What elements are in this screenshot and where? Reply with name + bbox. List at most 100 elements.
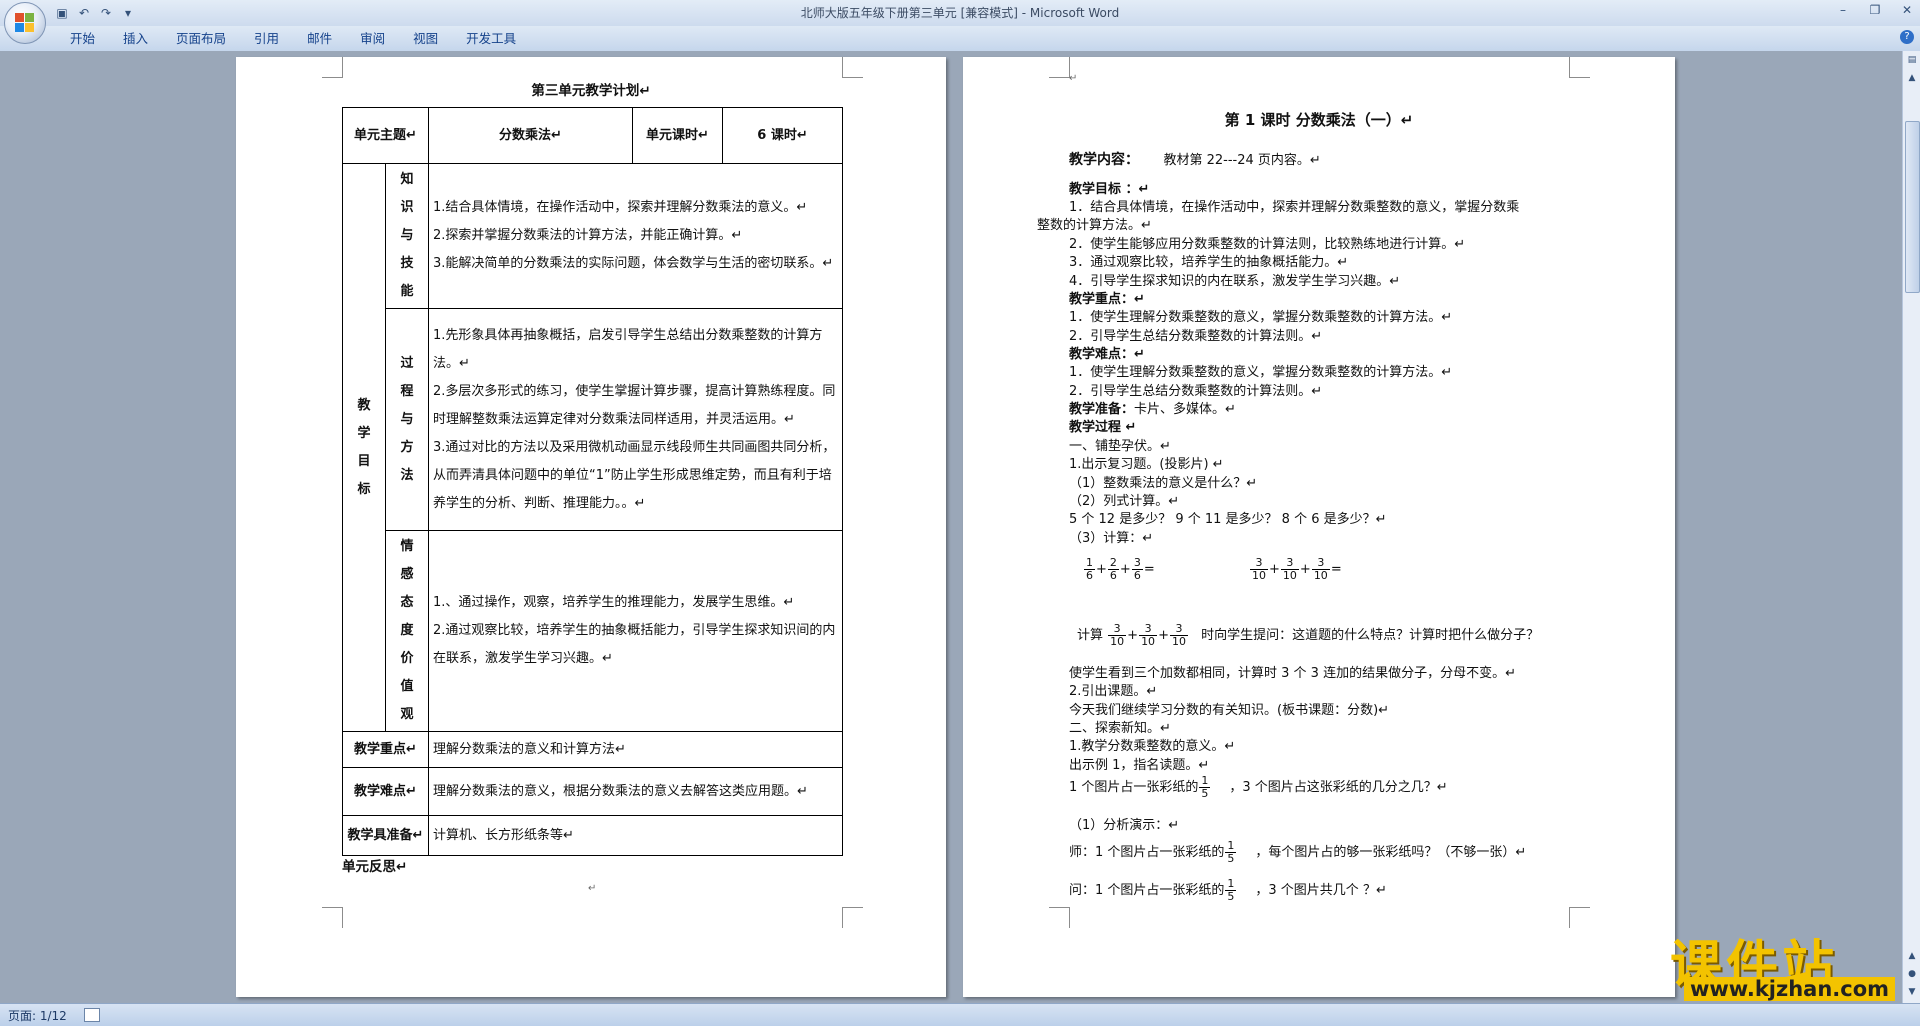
teacher-text-a: 师：1 个图片占一张彩纸的 [1069,845,1225,860]
difficulty-value: 理解分数乘法的意义，根据分数乘法的意义去解答这类应用题。↵ [428,767,843,816]
label-char: 法 [400,467,414,483]
crop-mark [1569,57,1590,78]
denominator: 5 [1227,890,1235,903]
denominator: 10 [1141,635,1156,648]
prep-label: 教学准备： [1069,402,1135,417]
teacher-text-b: ，每个图片占的够一张彩纸吗？（不够一张）↵ [1255,845,1527,860]
difficulty-2: 2．引导学生总结分数乘整数的计算法则。↵ [1069,384,1323,399]
table-row: 过 程 与 方 法 1.先形象具体再抽象概括，启发引导学生总结出分数乘整数的计算… [343,308,843,531]
next-page-icon[interactable]: ▼ [1906,987,1918,999]
table-row: 单元主题↵ 分数乘法↵ 单元课时↵ 6 课时↵ [342,107,843,164]
denominator: 10 [1110,635,1125,648]
intro-topic-text: 今天我们继续学习分数的有关知识。(板书课题：分数)↵ [1069,703,1390,718]
denominator: 6 [1109,569,1117,582]
example-text-a: 1 个图片占一张彩纸的 [1069,780,1199,795]
denominator: 10 [1171,635,1186,648]
unit-hours-label: 单元课时↵ [632,107,723,164]
difficulty-label: 教学难点↵ [342,767,429,816]
unit-theme-label: 单元主题↵ [342,107,429,164]
example-line: 1 个图片占一张彩纸的 1 5 ，3 个图片占这张彩纸的几分之几？↵ [1069,775,1448,809]
page-2[interactable]: ↵ 第 1 课时 分数乘法（一）↵ 教学内容： 教材第 22---24 页内容。… [963,57,1675,997]
objectives-label: 教学目标 ：↵ [1069,182,1150,197]
ribbon-tab-bar: 开始 插入 页面布局 引用 邮件 审阅 视图 开发工具 ? [0,26,1920,52]
objective-3: 3．通过观察比较，培养学生的抽象概括能力。↵ [1069,255,1349,270]
ribbon-tab[interactable]: 开发工具 [454,30,528,48]
ribbon-tab[interactable]: 页面布局 [164,30,238,48]
label-char: 观 [400,707,414,722]
equals-sign: = [1143,562,1155,577]
key-2: 2．引导学生总结分数乘整数的计算法则。↵ [1069,329,1323,344]
knowledge-content: 1.结合具体情境，在操作活动中，探索并理解分数乘法的意义。↵ 2.探索并掌握分数… [428,163,843,309]
knowledge-item: 1.结合具体情境，在操作活动中，探索并理解分数乘法的意义。↵ [433,200,808,215]
ribbon-tab[interactable]: 开始 [58,30,107,48]
denominator: 10 [1252,569,1266,582]
equals-sign: = [1330,562,1342,577]
page-1[interactable]: 第三单元教学计划↵ 单元主题↵ 分数乘法↵ 单元课时↵ 6 课时↵ 教 学 目 … [236,57,946,997]
ribbon-tab[interactable]: 引用 [242,30,291,48]
emotion-label: 情 感 态 度 价 值 观 [385,530,429,732]
minimize-icon[interactable]: – [1836,3,1850,17]
goals-char: 标 [357,481,371,497]
restore-icon[interactable]: ❐ [1868,3,1882,17]
label-char: 值 [400,679,414,694]
ribbon-tabs: 开始 插入 页面布局 引用 邮件 审阅 视图 开发工具 [58,30,532,48]
page-indicator[interactable]: 页面: 1/12 [8,1007,67,1024]
label-char: 技 [400,256,414,271]
denominator: 6 [1133,569,1141,582]
fraction: 36 [1131,557,1143,582]
calc-expression-1: 1 6 +2 6 +3 6 = [1083,557,1155,597]
content-line: 教学内容： 教材第 22---24 页内容。↵ [1069,151,1321,170]
process-item: 1.先形象具体再抽象概括，启发引导学生总结出分数乘整数的计算方法。↵ [433,327,823,371]
denominator: 5 [1227,852,1235,865]
browse-object-icon[interactable]: ● [1906,969,1918,981]
crop-mark [322,907,343,928]
calc-suffix: 时向学生提问：这道题的什么特点？计算时把什么做分子？ [1201,628,1540,643]
observation: 使学生看到三个加数都相同，计算时 3 个 3 连加的结果做分子，分母不变。↵ [1069,666,1516,681]
document-workspace[interactable]: 第三单元教学计划↵ 单元主题↵ 分数乘法↵ 单元课时↵ 6 课时↵ 教 学 目 … [0,51,1902,1003]
table-row: 教学重点↵ 理解分数乘法的意义和计算方法↵ [342,731,843,768]
help-icon[interactable]: ? [1900,30,1914,44]
process-content: 1.先形象具体再抽象概括，启发引导学生总结出分数乘整数的计算方法。↵ 2.多层次… [428,308,843,531]
fraction: 3 10 [1108,623,1127,648]
objective-1: 1．结合具体情境，在操作活动中，探索并理解分数乘整数的意义，掌握分数乘 [1069,200,1520,215]
vertical-scrollbar[interactable]: ▤ ▲ ▲ ● ▼ [1902,51,1920,1003]
ribbon-tab[interactable]: 插入 [111,30,160,48]
table-row: 教 学 目 标 知 识 与 技 能 1.结合具体情境，在操作活动中，探索并理解分… [342,163,843,732]
prep-text: 卡片、多媒体。↵ [1134,402,1236,417]
prev-page-icon[interactable]: ▲ [1906,951,1918,963]
crop-mark [842,907,863,928]
unit-plan-title: 第三单元教学计划↵ [531,83,651,99]
tools-label: 教学具准备↵ [342,815,429,856]
lesson-heading: 第 1 课时 分数乘法（一）↵ [1224,111,1414,129]
ruler-toggle-icon[interactable]: ▤ [1906,55,1918,67]
paragraph-mark: ↵ [588,883,597,894]
plus-sign: + [1127,628,1139,643]
fraction: 15 [1225,878,1237,903]
label-char: 能 [400,284,414,299]
content-text: 教材第 22---24 页内容。↵ [1163,153,1321,168]
goals-char: 学 [357,425,371,441]
ribbon-tab[interactable]: 邮件 [295,30,344,48]
scroll-up-icon[interactable]: ▲ [1906,73,1918,85]
table-row: 教学难点↵ 理解分数乘法的意义，根据分数乘法的意义去解答这类应用题。↵ [342,767,843,816]
close-icon[interactable]: ✕ [1900,3,1914,17]
scroll-thumb[interactable] [1905,121,1920,293]
process-label: 过 程 与 方 法 [385,308,429,531]
label-char: 过 [400,355,414,371]
key-point-label: 教学重点↵ [342,731,429,768]
section-2-item: 1.教学分数乘整数的意义。↵ [1069,739,1236,754]
fraction: 26 [1107,557,1119,582]
office-button[interactable] [4,2,46,44]
calc-question: 计算 3 10 +3 10 +3 10 时向学生提问：这道题的什么特点？计算时把什么做分子… [1077,623,1539,663]
denominator: 10 [1313,569,1328,582]
label-char: 与 [400,228,414,243]
denominator: 5 [1201,787,1209,800]
difficulty-1: 1．使学生理解分数乘整数的意义，掌握分数乘整数的计算方法。↵ [1069,365,1453,380]
ribbon-tab[interactable]: 视图 [401,30,450,48]
goals-char: 教 [357,397,371,413]
emotion-item: 1.、通过操作，观察，培养学生的推理能力，发展学生思维。↵ [433,595,795,610]
proofing-icon[interactable] [84,1008,100,1022]
ribbon-tab[interactable]: 审阅 [348,30,397,48]
question-line: 问：1 个图片占一张彩纸的 1 5 ，3 个图片共几个 ？↵ [1069,878,1387,912]
label-char: 知 [400,172,414,187]
